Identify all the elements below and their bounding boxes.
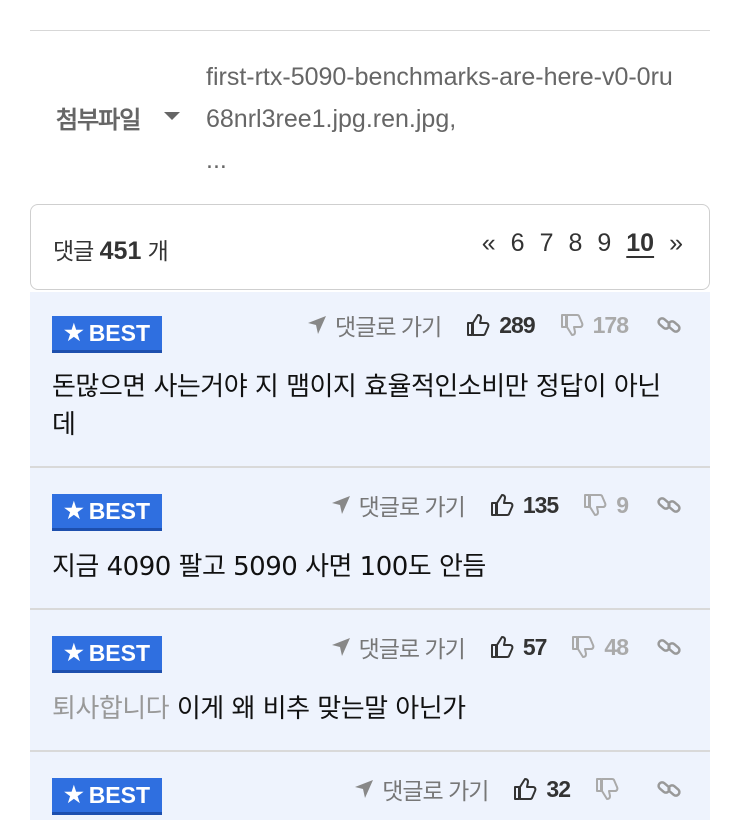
pager-prev-button[interactable]: « bbox=[482, 229, 496, 258]
star-icon: ★ bbox=[63, 320, 84, 345]
reply-link[interactable]: 댓글로 가기 bbox=[307, 308, 442, 342]
caret-down-icon[interactable] bbox=[164, 112, 180, 120]
upvote-count: 289 bbox=[499, 311, 535, 338]
pager-next-button[interactable]: » bbox=[669, 229, 683, 258]
upvote-count: 135 bbox=[522, 491, 559, 518]
comment-item: ★ BEST 댓글로 가기 57 48 퇴사합니다 이게 왜 비추 맞는말 아닌가 bbox=[30, 610, 710, 752]
best-label: BEST bbox=[88, 497, 151, 524]
pager-page-7[interactable]: 7 bbox=[540, 229, 554, 258]
attachment-file-link[interactable]: first-rtx-5090-benchmarks-are-here-v0-0r… bbox=[206, 56, 676, 140]
upvote-button[interactable]: 32 bbox=[512, 775, 571, 803]
reply-link[interactable]: 댓글로 가기 bbox=[331, 488, 466, 522]
best-label: BEST bbox=[88, 781, 151, 808]
comments-header: 댓글 451 개 « 6 7 8 9 10 » bbox=[30, 204, 710, 290]
star-icon: ★ bbox=[63, 640, 84, 665]
best-badge: ★ BEST bbox=[52, 316, 162, 353]
attachment-more: ... bbox=[206, 146, 227, 174]
best-badge: ★ BEST bbox=[52, 778, 162, 815]
pager-page-current[interactable]: 10 bbox=[626, 229, 654, 258]
comment-text: 지금 4090 팔고 5090 사면 100도 안듬 bbox=[52, 552, 486, 582]
thumbs-up-icon bbox=[514, 778, 537, 800]
divider bbox=[30, 30, 710, 31]
comment-count-suffix: 개 bbox=[147, 239, 169, 265]
downvote-button[interactable] bbox=[594, 776, 628, 802]
downvote-count: 9 bbox=[616, 491, 629, 518]
thumbs-up-icon bbox=[490, 494, 514, 516]
comment-actions: 댓글로 가기 135 9 bbox=[331, 488, 682, 522]
reply-arrow-icon bbox=[331, 496, 350, 514]
reply-label: 댓글로 가기 bbox=[335, 314, 442, 340]
upvote-button[interactable]: 135 bbox=[489, 491, 559, 519]
link-icon[interactable] bbox=[656, 776, 682, 802]
best-label: BEST bbox=[88, 639, 151, 666]
downvote-count: 178 bbox=[592, 311, 629, 338]
pager-page-9[interactable]: 9 bbox=[597, 229, 611, 258]
best-badge: ★ BEST bbox=[52, 636, 162, 673]
star-icon: ★ bbox=[63, 782, 84, 807]
comment-item: ★ BEST 댓글로 가기 32 bbox=[30, 752, 710, 820]
comment-count: 댓글 451 개 bbox=[53, 232, 169, 266]
downvote-button[interactable]: 9 bbox=[582, 491, 629, 519]
comment-actions: 댓글로 가기 32 bbox=[354, 772, 682, 806]
link-icon[interactable] bbox=[656, 634, 682, 660]
comment-item: ★ BEST 댓글로 가기 135 9 지금 4090 팔고 5090 사면 10… bbox=[30, 468, 710, 610]
comment-body: 이게 왜 비추 맞는말 아닌가 bbox=[176, 694, 466, 724]
thumbs-down-icon bbox=[584, 494, 607, 516]
reply-label: 댓글로 가기 bbox=[382, 778, 489, 804]
best-badge: ★ BEST bbox=[52, 494, 162, 531]
pagination: « 6 7 8 9 10 » bbox=[467, 229, 683, 258]
reply-label: 댓글로 가기 bbox=[358, 636, 466, 662]
comment-count-prefix: 댓글 bbox=[53, 239, 94, 265]
upvote-button[interactable]: 289 bbox=[465, 311, 536, 339]
best-label: BEST bbox=[88, 319, 151, 346]
comment-actions: 댓글로 가기 57 48 bbox=[331, 630, 682, 664]
reply-arrow-icon bbox=[308, 316, 327, 334]
thumbs-up-icon bbox=[467, 314, 490, 336]
downvote-button[interactable]: 178 bbox=[559, 311, 629, 339]
reply-link[interactable]: 댓글로 가기 bbox=[354, 772, 489, 806]
thumbs-down-icon bbox=[560, 314, 584, 336]
reply-arrow-icon bbox=[355, 780, 374, 798]
thumbs-down-icon bbox=[596, 778, 619, 800]
comment-item: ★ BEST 댓글로 가기 289 178 돈많으면 사는거야 지 맴이지 효율적… bbox=[30, 292, 710, 468]
thumbs-down-icon bbox=[572, 636, 595, 658]
downvote-count: 48 bbox=[604, 633, 629, 660]
link-icon[interactable] bbox=[656, 492, 682, 518]
attachment-label[interactable]: 첨부파일 bbox=[56, 100, 141, 135]
thumbs-up-icon bbox=[490, 636, 514, 658]
upvote-button[interactable]: 57 bbox=[489, 634, 547, 661]
downvote-button[interactable]: 48 bbox=[570, 633, 629, 661]
reply-arrow-icon bbox=[331, 638, 350, 656]
star-icon: ★ bbox=[63, 498, 84, 523]
upvote-count: 32 bbox=[546, 775, 571, 802]
comment-author-tag: 퇴사합니다 bbox=[52, 694, 170, 724]
pager-page-8[interactable]: 8 bbox=[568, 229, 582, 258]
link-icon[interactable] bbox=[656, 312, 682, 338]
reply-link[interactable]: 댓글로 가기 bbox=[331, 630, 466, 664]
comment-count-value: 451 bbox=[99, 237, 142, 265]
comment-text: 퇴사합니다 이게 왜 비추 맞는말 아닌가 bbox=[52, 690, 672, 728]
reply-label: 댓글로 가기 bbox=[358, 494, 466, 520]
upvote-count: 57 bbox=[522, 633, 548, 660]
comment-text: 돈많으면 사는거야 지 맴이지 효율적인소비만 정답이 아닌데 bbox=[52, 372, 661, 440]
pager-page-6[interactable]: 6 bbox=[511, 229, 525, 258]
comment-actions: 댓글로 가기 289 178 bbox=[307, 308, 682, 342]
